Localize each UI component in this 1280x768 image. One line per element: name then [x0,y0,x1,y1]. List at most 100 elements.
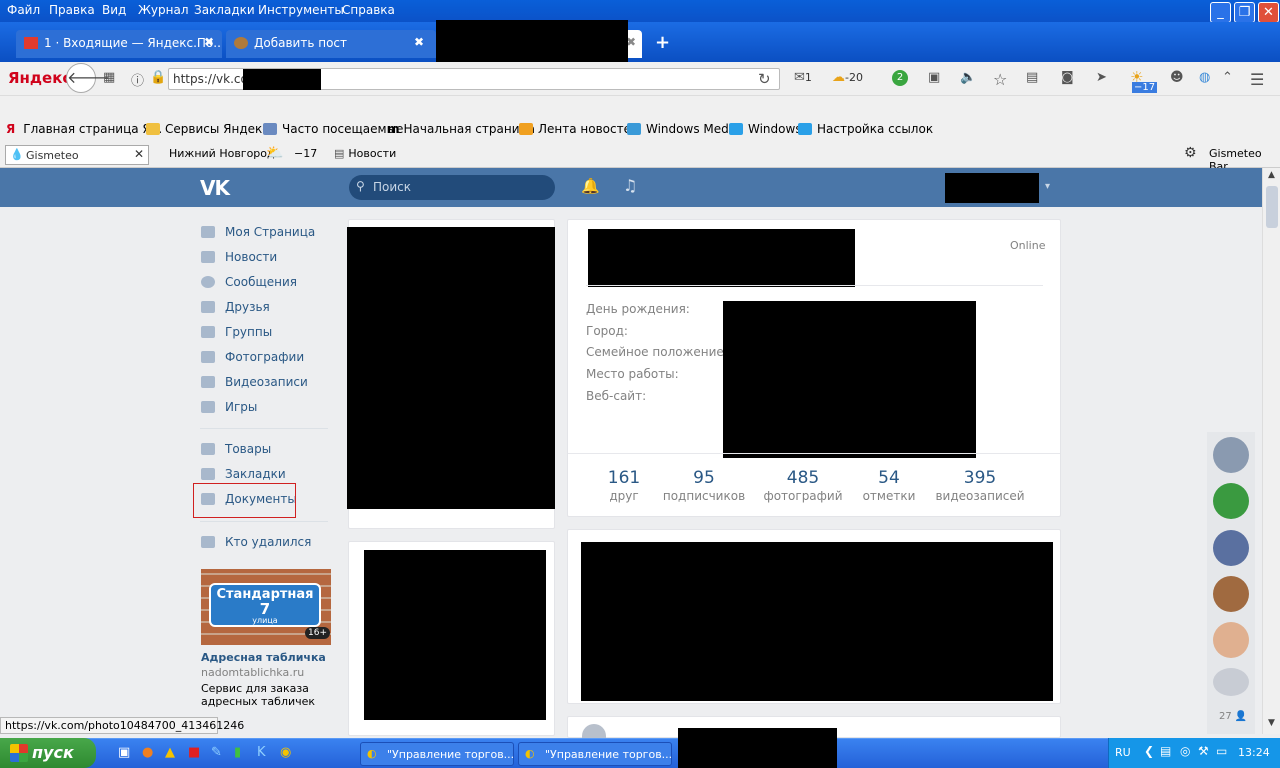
scroll-up-icon[interactable]: ▲ [1265,170,1278,183]
mail-indicator[interactable]: ✉1 [794,70,812,85]
bookmark-link-settings[interactable]: Настройка ссылок [798,122,933,136]
tabs-grid-icon[interactable]: ▦ [103,70,115,85]
counter-badge[interactable]: 2 [892,70,908,86]
tray-expand-icon[interactable]: ❮ [1144,744,1154,758]
close-window-button[interactable]: ✕ [1258,2,1279,23]
label-city: Город: [586,324,628,338]
chrome-icon[interactable]: ◉ [280,745,291,760]
gismeteo-search-input[interactable]: Gismeteo [5,145,149,165]
screenshot-icon[interactable]: ▣ [928,70,940,85]
new-tab-button[interactable]: + [655,32,670,53]
app-icon[interactable]: ■ [188,745,200,760]
chat-icon[interactable]: ☻ [1170,70,1184,85]
menu-history[interactable]: Журнал [138,3,189,17]
friend-avatar[interactable] [1213,437,1249,473]
sidebar-item-games[interactable]: Игры [200,400,257,422]
ad-title[interactable]: Адресная табличка [201,651,326,664]
reload-icon[interactable]: ↻ [758,70,771,88]
yandex-icon: Я [6,122,16,136]
bookmark-news-feed[interactable]: Лента новостей [519,122,639,136]
counter-tags[interactable]: 54 отметки [844,468,934,503]
ad-image[interactable]: Стандартная 7 улица 16+ [201,569,331,645]
back-button[interactable]: 🡐 [66,63,110,93]
send-icon[interactable]: ➤ [1096,70,1107,85]
sidebar-item-messages[interactable]: Сообщения [200,275,297,297]
menu-file[interactable]: Файл [7,3,40,17]
tab-add-post[interactable]: Добавить пост ✖ [226,30,436,58]
counter-followers[interactable]: 95 подписчиков [659,468,749,503]
scroll-thumb[interactable] [1266,186,1278,228]
bookmark-windows-media[interactable]: Windows Media [627,122,739,136]
tray-app-icon[interactable]: ◎ [1180,744,1190,758]
weather-indicator[interactable]: ☁-20 [832,70,863,85]
friend-avatar[interactable] [1213,668,1249,696]
scroll-down-icon[interactable]: ▼ [1265,718,1278,731]
menu-bookmarks[interactable]: Закладки [194,3,255,17]
yandex-logo[interactable]: Яндекс [8,69,71,87]
menu-help[interactable]: Справка [342,3,395,17]
pocket-icon[interactable]: ◙ [1061,70,1074,85]
app-icon[interactable]: ✎ [211,745,222,760]
sidebar-item-goods[interactable]: Товары [200,442,271,464]
bookmark-yandex-services[interactable]: Сервисы Яндекса [146,122,276,136]
sidebar-item-who-deleted[interactable]: Кто удалился [200,535,311,557]
vk-logo[interactable]: VK [200,176,230,200]
sidebar-item-friends[interactable]: Друзья [200,300,270,322]
reader-icon[interactable]: ▤ [1026,70,1038,85]
gismeteo-city[interactable]: Нижний Новгород [169,147,275,160]
bookmark-star-icon[interactable]: ☆ [993,70,1007,89]
friend-avatar[interactable] [1213,483,1249,519]
bookmark-yandex-home[interactable]: Я Главная страница Я... [6,122,162,136]
sync-icon[interactable]: ◍ [1199,70,1210,85]
bookmark-most-visited[interactable]: Часто посещаемые [263,122,403,136]
gear-icon[interactable]: ⚙ [1184,145,1197,161]
counter-videos[interactable]: 395 видеозаписей [935,468,1025,503]
quicklaunch-icon[interactable]: ▣ [118,745,130,760]
tray-app-icon[interactable]: ▭ [1216,744,1227,758]
ad-domain[interactable]: nadomtablichka.ru [201,666,304,679]
chevron-down-icon[interactable]: ▾ [1045,181,1050,192]
page-scrollbar[interactable]: ▲ ▼ [1262,168,1280,734]
label-birthday: День рождения: [586,302,690,316]
bookmark-start-page[interactable]: m Начальная страница [387,122,535,136]
friends-online-count[interactable]: 27 👤 [1219,711,1247,722]
app-icon[interactable]: ▲ [165,745,175,760]
sidebar-item-my-page[interactable]: Моя Страница [200,225,315,247]
maximize-button[interactable]: ❐ [1234,2,1255,23]
hamburger-menu-icon[interactable]: ☰ [1250,70,1264,89]
sidebar-item-videos[interactable]: Видеозаписи [200,375,308,397]
bell-icon[interactable]: 🔔 [581,177,600,195]
chevron-up-icon[interactable]: ⌃ [1222,70,1233,85]
friend-avatar[interactable] [1213,622,1249,658]
menu-tools[interactable]: Инструменты [258,3,344,17]
bookmark-windows[interactable]: Windows [729,122,802,136]
minimize-button[interactable]: _ [1210,2,1231,23]
sidebar-item-groups[interactable]: Группы [200,325,272,347]
counter-photos[interactable]: 485 фотографий [758,468,848,503]
language-indicator[interactable]: RU [1115,746,1131,759]
app-icon[interactable]: ▮ [234,745,241,760]
music-icon[interactable]: ♫ [623,176,637,195]
app-icon[interactable]: K [257,745,266,760]
info-icon[interactable]: ⓘ [131,70,144,89]
menu-edit[interactable]: Правка [49,3,95,17]
tab-mail[interactable]: 1 · Входящие — Яндекс.По... ✖ [16,30,222,58]
taskbar-task-2[interactable]: ◐ "Управление торгов... [518,742,672,766]
menu-view[interactable]: Вид [102,3,126,17]
vk-search-input[interactable]: Поиск [349,175,555,200]
friend-avatar[interactable] [1213,576,1249,612]
clock[interactable]: 13:24 [1238,746,1270,759]
clear-input-icon[interactable]: ✕ [134,147,144,161]
friend-avatar[interactable] [1213,530,1249,566]
gismeteo-news[interactable]: ▤ Новости [334,147,396,160]
firefox-icon[interactable]: ● [142,745,153,760]
network-icon[interactable]: ▤ [1160,744,1171,758]
counter-friends[interactable]: 161 друг [579,468,669,503]
taskbar-task-1[interactable]: ◐ "Управление торгов... [360,742,514,766]
close-tab-icon[interactable]: ✖ [414,35,424,49]
close-tab-icon[interactable]: ✖ [204,35,214,49]
tray-app-icon[interactable]: ⚒ [1198,744,1209,758]
speaker-icon[interactable]: 🔈 [960,70,976,85]
sidebar-item-news[interactable]: Новости [200,250,277,272]
sidebar-item-photos[interactable]: Фотографии [200,350,304,372]
